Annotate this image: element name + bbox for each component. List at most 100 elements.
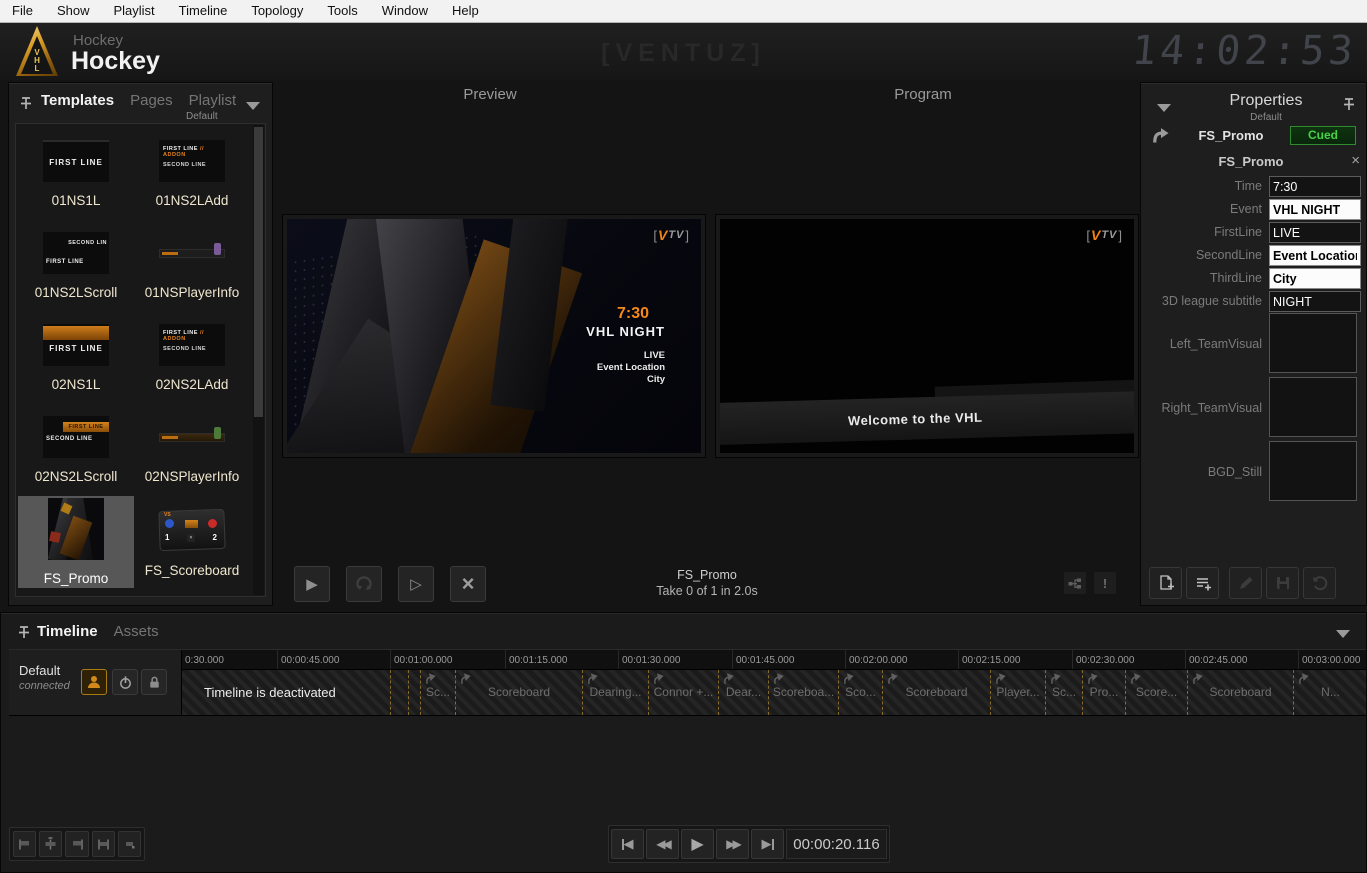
timeline-clip[interactable]: Sc... — [420, 670, 455, 715]
template-item-01ns2ladd[interactable]: FIRST LINE // ADDON SECOND LINE 01NS2LAd… — [134, 128, 250, 220]
menu-topology[interactable]: Topology — [239, 0, 315, 22]
timeline-clip[interactable]: Scoreboard — [882, 670, 990, 715]
timeline-clip[interactable]: Dear... — [718, 670, 768, 715]
template-item-01ns1l[interactable]: FIRST LINE 01NS1L — [18, 128, 134, 220]
panel-collapse-button[interactable] — [1155, 99, 1173, 117]
timeline-clip[interactable]: N... — [1293, 670, 1366, 715]
tab-timeline[interactable]: Timeline — [37, 623, 98, 640]
field-input-firstline[interactable] — [1269, 222, 1361, 243]
field-input-time[interactable] — [1269, 176, 1361, 197]
menu-bar: File Show Playlist Timeline Topology Too… — [0, 0, 1367, 23]
pin-icon[interactable] — [15, 624, 33, 642]
template-item-02ns2lscroll[interactable]: FIRST LINE SECOND LINE 02NS2LScroll — [18, 404, 134, 496]
marker-small-button[interactable] — [118, 831, 141, 857]
timeline-clip[interactable]: Score... — [1125, 670, 1187, 715]
template-item-fs-scoreboard[interactable]: VS 1×2 FS_Scoreboard — [134, 496, 250, 588]
skip-end-button[interactable]: ▶ — [751, 829, 784, 859]
template-thumbnail: FIRST LINE — [43, 140, 109, 182]
menu-playlist[interactable]: Playlist — [101, 0, 166, 22]
undo-button[interactable] — [1303, 567, 1336, 599]
save-button[interactable] — [1266, 567, 1299, 599]
timeline-clip[interactable]: Pro... — [1082, 670, 1125, 715]
timeline-ruler[interactable]: 0:30.000 00:00:45.000 00:01:00.000 00:01… — [182, 650, 1366, 670]
menu-window[interactable]: Window — [370, 0, 440, 22]
cue-arrow-icon — [841, 670, 856, 684]
operator-mode-button[interactable] — [81, 669, 107, 695]
tab-pages[interactable]: Pages — [130, 92, 173, 109]
marker-out-button[interactable] — [65, 831, 88, 857]
new-page-button[interactable] — [1149, 567, 1182, 599]
menu-timeline[interactable]: Timeline — [167, 0, 240, 22]
cued-status-badge[interactable]: Cued — [1290, 126, 1356, 145]
timeline-clip[interactable] — [408, 670, 420, 715]
chevron-down-icon — [246, 102, 260, 110]
activate-timeline-button[interactable] — [112, 669, 138, 695]
field-dropzone-right-teamvisual[interactable] — [1269, 377, 1357, 437]
timeline-clip[interactable]: Player... — [990, 670, 1045, 715]
field-label-3d-league-subtitle: 3D league subtitle — [1141, 294, 1262, 308]
menu-help[interactable]: Help — [440, 0, 491, 22]
promo-line1: LIVE — [597, 350, 665, 362]
timeline-clip[interactable]: Sco... — [838, 670, 882, 715]
warning-button[interactable]: ! — [1094, 572, 1116, 594]
timeline-clip[interactable]: Sc... — [1045, 670, 1082, 715]
timeline-clip[interactable] — [390, 670, 408, 715]
marker-range-button[interactable] — [92, 831, 115, 857]
field-input-thirdline[interactable] — [1269, 268, 1361, 289]
add-to-playlist-button[interactable] — [1186, 567, 1219, 599]
template-item-02nsplayerinfo[interactable]: 02NSPlayerInfo — [134, 404, 250, 496]
source-name: Default — [19, 663, 60, 678]
timeline-panel: Timeline Assets Default connected — [0, 612, 1367, 873]
field-input-3d-league-subtitle[interactable] — [1269, 291, 1361, 312]
save-icon — [1275, 575, 1291, 591]
template-list: FIRST LINE 01NS1L FIRST LINE // ADDON SE… — [15, 123, 266, 597]
skip-start-button[interactable]: ◀ — [611, 829, 644, 859]
menu-show[interactable]: Show — [45, 0, 102, 22]
template-scrollbar[interactable] — [253, 125, 264, 595]
promo-time: 7:30 — [617, 305, 649, 323]
properties-panel: Properties Default FS_Promo Cued FS_Prom… — [1140, 82, 1367, 606]
scrollbar-thumb[interactable] — [254, 127, 263, 417]
rewind-button[interactable]: ◀◀ — [646, 829, 679, 859]
edit-button[interactable] — [1229, 567, 1262, 599]
field-input-secondline[interactable] — [1269, 245, 1361, 266]
menu-file[interactable]: File — [0, 0, 45, 22]
template-item-01nsplayerinfo[interactable]: 01NSPlayerInfo — [134, 220, 250, 312]
marker-add-button[interactable] — [39, 831, 62, 857]
cue-arrow-icon — [1085, 670, 1100, 684]
field-label-thirdline: ThirdLine — [1141, 271, 1262, 285]
jump-to-template-icon[interactable] — [1151, 125, 1171, 145]
timeline-clip[interactable]: Dearing... — [582, 670, 648, 715]
template-item-02ns1l[interactable]: FIRST LINE 02NS1L — [18, 312, 134, 404]
pin-icon[interactable] — [17, 95, 35, 113]
field-dropzone-left-teamvisual[interactable] — [1269, 313, 1357, 373]
field-label-event: Event — [1141, 202, 1262, 216]
field-input-event[interactable] — [1269, 199, 1361, 220]
tab-assets[interactable]: Assets — [114, 623, 159, 640]
menu-tools[interactable]: Tools — [315, 0, 369, 22]
lock-timeline-button[interactable] — [141, 669, 167, 695]
pin-icon[interactable] — [1340, 96, 1358, 114]
timeline-clip[interactable]: Scoreboa... — [768, 670, 838, 715]
field-dropzone-bgd-still[interactable] — [1269, 441, 1357, 501]
template-item-fs-promo[interactable]: FS_Promo — [18, 496, 134, 588]
tab-playlist[interactable]: Playlist — [189, 92, 237, 109]
panel-collapse-button[interactable] — [244, 97, 262, 115]
fast-forward-button[interactable]: ▶▶ — [716, 829, 749, 859]
promo-text-block: 7:30 VHL NIGHT LIVE Event Location City — [586, 305, 665, 386]
timeline-clip[interactable]: Scoreboard — [1187, 670, 1293, 715]
marker-in-button[interactable] — [13, 831, 36, 857]
promo-line3: City — [597, 374, 665, 386]
play-button[interactable]: ▶ — [681, 829, 714, 859]
close-icon[interactable]: × — [1351, 152, 1360, 169]
lock-icon — [147, 675, 162, 690]
template-item-01ns2lscroll[interactable]: SECOND LIN FIRST LINE 01NS2LScroll — [18, 220, 134, 312]
timeline-clip[interactable]: Scoreboard — [455, 670, 582, 715]
panel-collapse-button[interactable] — [1334, 625, 1352, 643]
tab-templates[interactable]: Templates — [41, 92, 114, 109]
timeline-clip[interactable]: Connor +... — [648, 670, 718, 715]
template-thumbnail: FIRST LINE SECOND LINE — [43, 416, 109, 458]
flag-in-icon — [17, 837, 32, 852]
topology-link-button[interactable] — [1064, 572, 1086, 594]
template-item-02ns2ladd[interactable]: FIRST LINE // ADDON SECOND LINE 02NS2LAd… — [134, 312, 250, 404]
